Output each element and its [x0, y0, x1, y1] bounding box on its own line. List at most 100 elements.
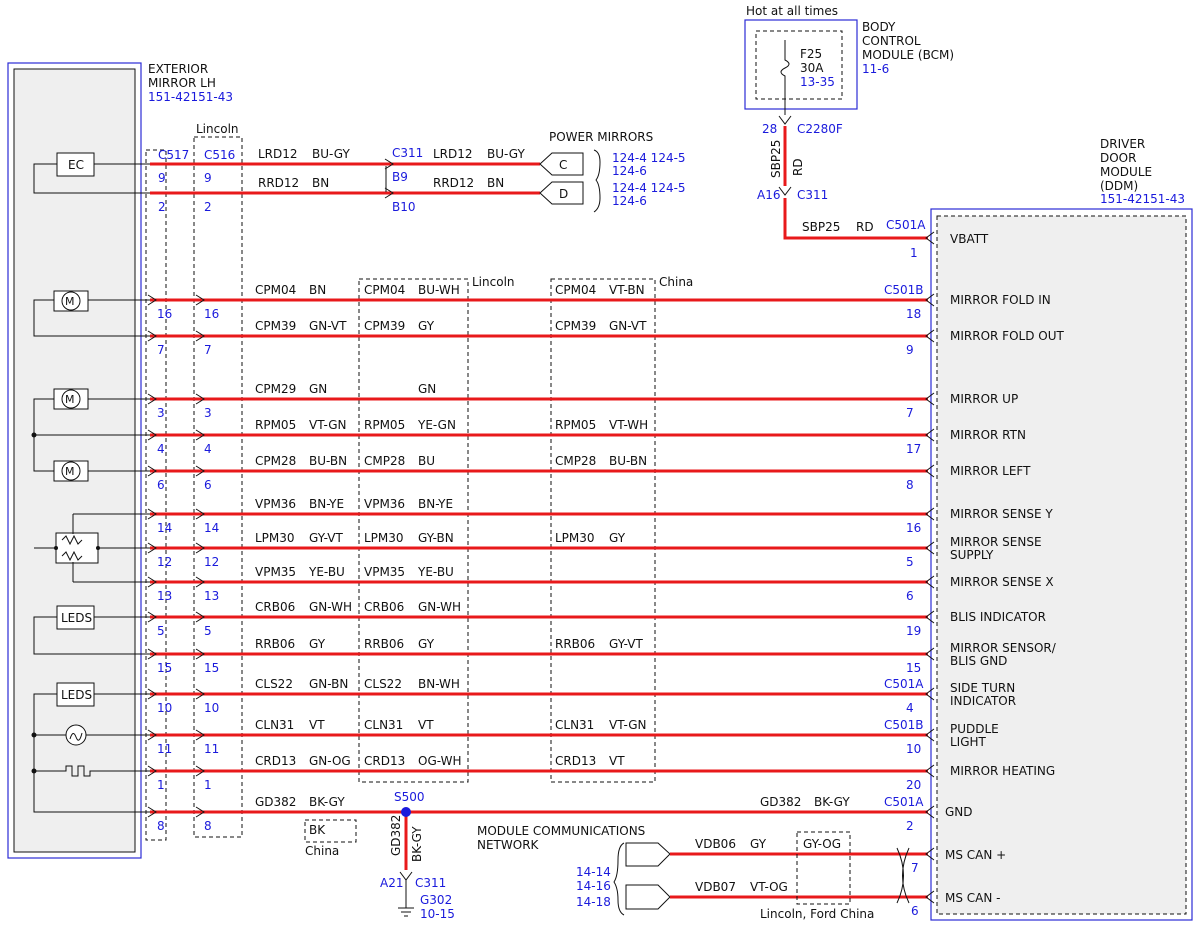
- china-region-label: China: [659, 275, 693, 289]
- ddm-pin-row-4: 8: [906, 478, 914, 492]
- bcm-name-line2: CONTROL: [862, 34, 921, 48]
- china-wire-color-row-4: BU-BN: [609, 454, 647, 468]
- updown-motor-icon: M: [53, 388, 89, 410]
- ddm-pin-row-1: 9: [906, 343, 914, 357]
- motor-junction-dot: [31, 432, 37, 438]
- pin-c517-row-8: 5: [157, 624, 165, 638]
- wire-name-row-5: VPM36: [255, 497, 296, 511]
- pin-c516-2: 2: [204, 200, 212, 214]
- fuse-symbol: [780, 40, 790, 100]
- rrd12-wire-color-2: BN: [487, 176, 504, 190]
- ground-pin: A21: [380, 876, 403, 890]
- network-ref-3: 14-18: [576, 895, 611, 909]
- lincoln-wire-color-row-11: VT: [418, 718, 434, 732]
- wire-name-row-10: CLS22: [255, 677, 293, 691]
- pin-c517-row-13: 8: [157, 819, 165, 833]
- c-refs-line1: 124-4 124-5: [612, 151, 686, 165]
- signal-label-row-10-line1: SIDE TURN: [950, 681, 1015, 695]
- bcm-name-line1: BODY: [862, 20, 896, 34]
- wire-name-row-13: GD382: [255, 795, 296, 809]
- pin-c516-row-1: 7: [204, 343, 212, 357]
- vbatt-wire-name: SBP25: [802, 220, 840, 234]
- wire-name-row-7: VPM35: [255, 565, 296, 579]
- d-refs-line1: 124-4 124-5: [612, 181, 686, 195]
- wire-name-row-3: RPM05: [255, 418, 296, 432]
- signal-label-row-9-line2: BLIS GND: [950, 654, 1007, 668]
- bk-label: BK: [309, 823, 326, 837]
- mirror-name-line1: EXTERIOR: [148, 62, 208, 76]
- lincoln-column-label: Lincoln: [196, 122, 239, 136]
- wire-color-row-0: BN: [309, 283, 326, 297]
- china-wire-name-row-11: CLN31: [555, 718, 594, 732]
- can-plus-wire-name: VDB06: [695, 837, 736, 851]
- rrd12-wire-name-2: RRD12: [433, 176, 474, 190]
- network-note: Lincoln, Ford China: [760, 907, 874, 921]
- pin-c516-row-5: 14: [204, 521, 219, 535]
- signal-label-row-11-line1: PUDDLE: [950, 722, 999, 736]
- china-wire-color-row-3: VT-WH: [609, 418, 648, 432]
- signal-label-row-2: MIRROR UP: [950, 392, 1018, 406]
- signal-label-row-0: MIRROR FOLD IN: [950, 293, 1051, 307]
- pin-c517-row-6: 12: [157, 555, 172, 569]
- ground-ref: 10-15: [420, 907, 455, 921]
- lincoln-region-label: Lincoln: [472, 275, 515, 289]
- can-plus-signal: MS CAN +: [945, 848, 1006, 862]
- signal-label-row-4: MIRROR LEFT: [950, 464, 1031, 478]
- leftright-motor-label: M: [65, 465, 75, 478]
- wire-color-row-9: GY: [309, 637, 326, 651]
- bcm-connector: C2280F: [797, 122, 843, 136]
- china-wire-name-row-0: CPM04: [555, 283, 596, 297]
- mirror-name-line2: MIRROR LH: [148, 76, 216, 90]
- pin-c516-row-9: 15: [204, 661, 219, 675]
- china-wire-color-row-6: GY: [609, 531, 626, 545]
- signal-label-row-6-line1: MIRROR SENSE: [950, 535, 1042, 549]
- wire-color-row-12: GN-OG: [309, 754, 351, 768]
- ddm-pin-row-7: 6: [906, 589, 914, 603]
- vertical-wire-color: RD: [791, 158, 805, 176]
- pin-c517-row-12: 1: [157, 778, 165, 792]
- can-minus-wire-name: VDB07: [695, 880, 736, 894]
- puddle-lamp-icon: [65, 724, 87, 746]
- lincoln-wire-name-row-3: RPM05: [364, 418, 405, 432]
- signal-label-row-10-line2: INDICATOR: [950, 694, 1016, 708]
- wire-color-row-10: GN-BN: [309, 677, 348, 691]
- bcm-pin: 28: [762, 122, 777, 136]
- pin-c517-row-9: 15: [157, 661, 172, 675]
- wire-name-row-0: CPM04: [255, 283, 296, 297]
- signal-label-row-7: MIRROR SENSE X: [950, 575, 1054, 589]
- ground-wire-name: GD382: [389, 815, 403, 856]
- signal-label-row-13: GND: [945, 805, 973, 819]
- mirror-refs: 151-42151-43: [148, 90, 233, 104]
- pin-c517-row-0: 16: [157, 307, 172, 321]
- pin-c517-row-4: 6: [157, 478, 165, 492]
- signal-label-row-9-line1: MIRROR SENSOR/: [950, 641, 1057, 655]
- junction-dot-heater: [31, 768, 37, 774]
- vbatt-connector: C501A: [886, 218, 926, 232]
- ddm-name-line3: MODULE: [1100, 165, 1152, 179]
- ddm-pin-row-9: 15: [906, 661, 921, 675]
- pin-c516-row-8: 5: [204, 624, 212, 638]
- vbatt-signal: VBATT: [950, 232, 989, 246]
- ddm-name-line1: DRIVER: [1100, 137, 1145, 151]
- wire-name-row-1: CPM39: [255, 319, 296, 333]
- pin-c516-row-7: 13: [204, 589, 219, 603]
- pin-c516-row-0: 16: [204, 307, 219, 321]
- china-wire-name-row-6: LPM30: [555, 531, 595, 545]
- ddm-pin-row-8: 19: [906, 624, 921, 638]
- ddm-name-line2: DOOR: [1100, 151, 1136, 165]
- lincoln-wire-name-row-1: CPM39: [364, 319, 405, 333]
- bk-china-label: China: [305, 844, 339, 858]
- can-plus-connector-shape: [625, 842, 671, 867]
- bcm-name-line3: MODULE (BCM): [862, 48, 954, 62]
- ddm-refs: 151-42151-43: [1100, 192, 1185, 206]
- vbatt-wire-color: RD: [856, 220, 874, 234]
- network-ref-2: 14-16: [576, 879, 611, 893]
- ddm-connector-row-10: C501A: [884, 677, 924, 691]
- ddm-pin-row-2: 7: [906, 406, 914, 420]
- connector-d-label: D: [559, 187, 568, 201]
- pin-c517-row-11: 11: [157, 742, 172, 756]
- pin-c517-row-3: 4: [157, 442, 165, 456]
- wire-name-row-12: CRD13: [255, 754, 296, 768]
- wire-color-row-1: GN-VT: [309, 319, 347, 333]
- power-mirrors-b9: B9: [392, 170, 408, 184]
